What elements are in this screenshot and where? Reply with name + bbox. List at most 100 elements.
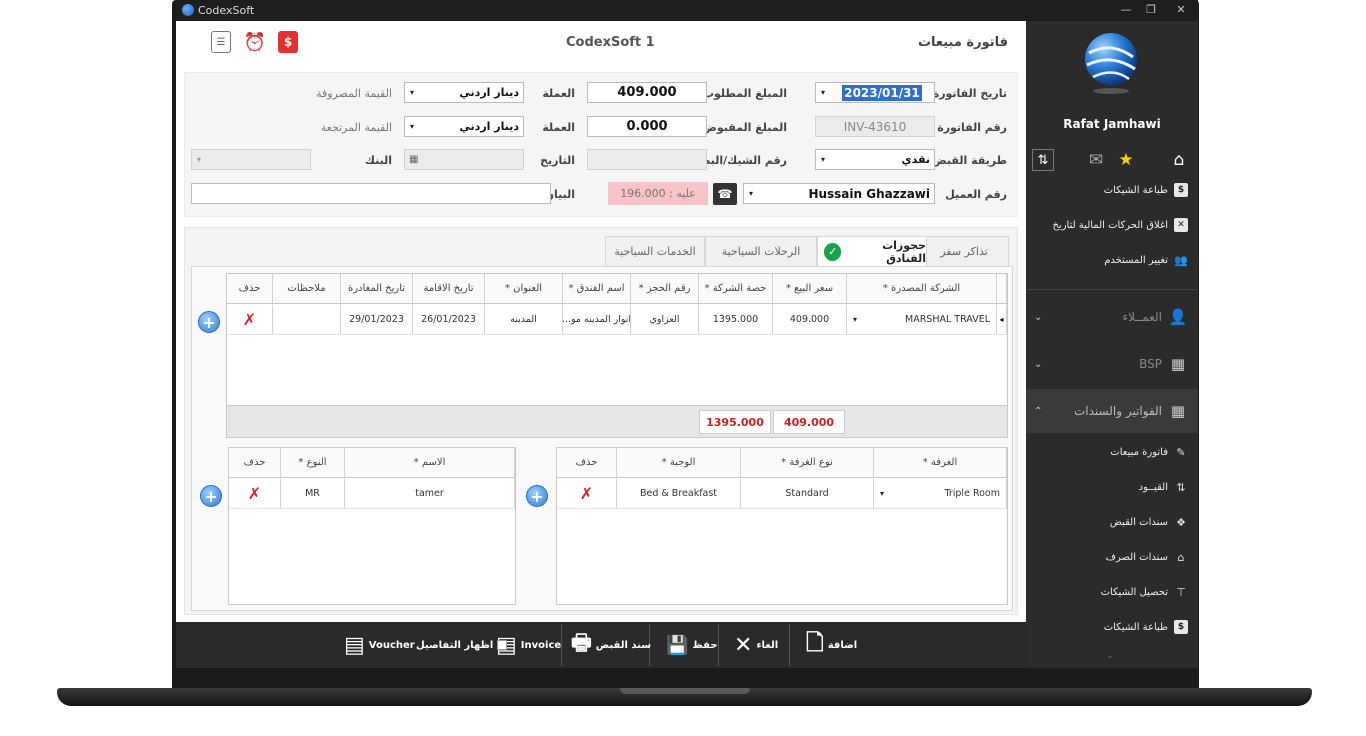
delete-row-button[interactable]: ✗ — [227, 305, 273, 334]
invoice-date-field[interactable]: ▾ 2023/01/31 — [815, 82, 935, 103]
sidebar-item-print-cheques[interactable]: $ طباعة الشيكات — [1104, 617, 1188, 637]
cell-company-share[interactable]: 1395.000 — [699, 305, 773, 334]
cell-issuing-company[interactable]: ▾ MARSHAL TRAVEL — [847, 305, 997, 334]
chevron-down-icon[interactable]: ⌄ — [1034, 359, 1042, 370]
receipt-voucher-button[interactable]: سند القبض 🖶 — [571, 622, 651, 668]
cancel-button[interactable]: الغاء ✕ — [734, 622, 778, 668]
received-amount-field[interactable]: 0.000 — [587, 116, 707, 137]
add-guest-row-button[interactable]: + — [200, 485, 222, 507]
sidebar-item-cheque-collection[interactable]: ⊤ تحصيل الشيكات — [1101, 582, 1188, 602]
tabs-container: تذاكر سفر حجوزات الفنادق ✓ الرحلات السيا… — [184, 227, 1018, 615]
sidebar-item-close-transactions[interactable]: ✕ اغلاق الحركات المالية لتاريخ — [1052, 215, 1188, 235]
cell-booking-no[interactable]: العزاوي — [631, 305, 699, 334]
toolbar-divider — [789, 624, 790, 666]
sidebar-item-print-cheques-top[interactable]: $ طباعة الشيكات — [1104, 180, 1188, 200]
delete-row-button[interactable]: ✗ — [557, 479, 617, 508]
delete-icon[interactable]: ✗ — [243, 310, 256, 329]
cell-meal[interactable]: Bed & Breakfast — [617, 479, 741, 508]
add-hotel-row-button[interactable]: + — [198, 311, 220, 333]
tab-hotel-bookings[interactable]: حجوزات الفنادق ✓ — [817, 236, 927, 267]
bottom-toolbar: اضافة 🗋 الغاء ✕ حفظ 💾 سند القبض 🖶 Invoic… — [176, 622, 1026, 668]
tab-tourist-services[interactable]: الخدمات السياحية — [605, 236, 705, 267]
tab-flight-tickets[interactable]: تذاكر سفر — [919, 236, 1009, 267]
sidebar-item-label: طباعة الشيكات — [1103, 184, 1168, 196]
cell-notes[interactable] — [273, 305, 341, 334]
cell-sale-price[interactable]: 409.000 — [773, 305, 847, 334]
col-company-share: حصة الشركة * — [699, 274, 773, 303]
cell-stay-date[interactable]: 26/01/2023 — [413, 305, 485, 334]
payment-method-select[interactable]: ▾ نقدي — [815, 149, 935, 170]
delete-icon[interactable]: ✗ — [248, 484, 261, 503]
cell-room-type[interactable]: Standard — [741, 479, 874, 508]
voucher-button[interactable]: Voucher ▤ — [344, 622, 415, 668]
cell-departure-date[interactable]: 29/01/2023 — [341, 305, 413, 334]
cheque-card-field[interactable] — [587, 149, 707, 170]
table-row[interactable]: ✗ 29/01/2023 26/01/2023 المدينه انوار ال… — [227, 305, 1007, 335]
col-booking-no: رقم الحجز * — [631, 274, 699, 303]
cell-address[interactable]: المدينه — [485, 305, 563, 334]
sidebar-section-bsp[interactable]: ▦ BSP ⌄ — [1026, 342, 1198, 386]
sidebar-item-receipt-vouchers[interactable]: ❖ سندات القبض — [1110, 512, 1188, 532]
cell-room[interactable]: ▾ Triple Room — [874, 479, 1007, 508]
dropdown-arrow-icon[interactable]: ▾ — [405, 122, 419, 131]
sidebar-section-invoices[interactable]: ▦ الفواتير والسندات ⌃ — [1026, 389, 1198, 433]
bank-select[interactable]: ▾ — [191, 149, 311, 170]
cell-hotel-name[interactable]: انوار المدينه مو... — [563, 305, 631, 334]
settings-list-icon[interactable]: ☰ — [211, 31, 231, 53]
scroll-down-icon[interactable]: ⌄ — [1106, 651, 1114, 661]
dropdown-arrow-icon[interactable]: ▾ — [816, 155, 830, 164]
sidebar-item-entries[interactable]: ⇅ القيــود — [1139, 477, 1188, 497]
app-logo-icon — [182, 4, 194, 16]
show-details-checkbox[interactable]: اظهار التفاصيل — [416, 622, 508, 668]
cell-guest-type[interactable]: MR — [281, 479, 345, 508]
dropdown-arrow-icon[interactable]: ▾ — [192, 155, 206, 164]
restore-button[interactable]: ❐ — [1141, 2, 1161, 18]
calendar-icon[interactable]: ▦ — [409, 154, 418, 165]
chevron-down-icon[interactable]: ⌄ — [1034, 312, 1042, 323]
add-button[interactable]: اضافة 🗋 — [806, 622, 857, 668]
dropdown-arrow-icon[interactable]: ▾ — [816, 88, 830, 97]
cell-guest-name[interactable]: tamer — [345, 479, 515, 508]
dropdown-arrow-icon[interactable]: ▾ — [405, 88, 419, 97]
add-room-row-button[interactable]: + — [526, 485, 548, 507]
star-icon[interactable]: ★ — [1115, 149, 1137, 171]
home-icon[interactable]: ⌂ — [1168, 149, 1190, 171]
chevron-up-icon[interactable]: ⌃ — [1034, 406, 1042, 417]
sync-icon[interactable]: ⇅ — [1032, 149, 1054, 171]
sidebar-item-sales-invoice[interactable]: ✎ فاتورة مبيعات — [1110, 442, 1188, 462]
checkbox-icon[interactable] — [497, 640, 508, 650]
delete-row-button[interactable]: ✗ — [229, 479, 281, 508]
guests-grid: حذف النوع * الاسم * ✗ MR tamer — [228, 447, 516, 605]
delete-icon[interactable]: ✗ — [580, 484, 593, 503]
required-amount-field[interactable]: 409.000 — [587, 82, 707, 103]
alarm-clock-icon[interactable]: ⏰ — [244, 31, 266, 53]
check-circle-icon: ✓ — [824, 242, 842, 261]
mail-icon[interactable]: ✉ — [1085, 149, 1107, 171]
currency-select-2[interactable]: ▾ دينار اردني — [404, 116, 524, 137]
section-label: الفواتير والسندات — [1073, 404, 1162, 418]
sidebar-section-clients[interactable]: 👤 العمــلاء ⌄ — [1026, 295, 1198, 339]
dropdown-arrow-icon[interactable]: ▾ — [744, 189, 758, 198]
close-button[interactable]: ✕ — [1171, 2, 1191, 18]
dropdown-arrow-icon[interactable]: ▾ — [880, 489, 884, 498]
dropdown-arrow-icon[interactable]: ▾ — [853, 315, 857, 324]
statement-input[interactable] — [191, 183, 551, 204]
table-row[interactable]: ✗ Bed & Breakfast Standard ▾ Triple Room — [557, 479, 1007, 509]
voucher-label: Voucher — [368, 639, 415, 651]
save-button[interactable]: حفظ 💾 — [666, 622, 718, 668]
close-box-icon: ✕ — [1174, 218, 1188, 232]
total-company-share: 1395.000 — [699, 410, 771, 434]
tab-tourist-trips[interactable]: الرحلات السياحية — [705, 236, 817, 267]
table-row[interactable]: ✗ MR tamer — [229, 479, 515, 509]
contact-lookup-icon[interactable]: ☎ — [713, 183, 737, 205]
sidebar-item-change-user[interactable]: 👥 تغيير المستخدم — [1104, 250, 1188, 270]
minimize-button[interactable]: — — [1116, 2, 1136, 18]
show-details-label: اظهار التفاصيل — [416, 639, 494, 651]
transfer-icon: ⇅ — [1176, 480, 1186, 494]
sidebar-item-payment-vouchers[interactable]: ⌂ سندات الصرف — [1106, 547, 1188, 567]
client-select[interactable]: ▾ Hussain Ghazzawi — [743, 183, 935, 204]
invoice-date-value: 2023/01/31 — [842, 84, 922, 101]
dollar-icon[interactable]: $ — [278, 31, 298, 53]
currency-select-1[interactable]: ▾ دينار اردني — [404, 82, 524, 103]
cheque-date-field[interactable]: ▦ — [404, 149, 524, 170]
